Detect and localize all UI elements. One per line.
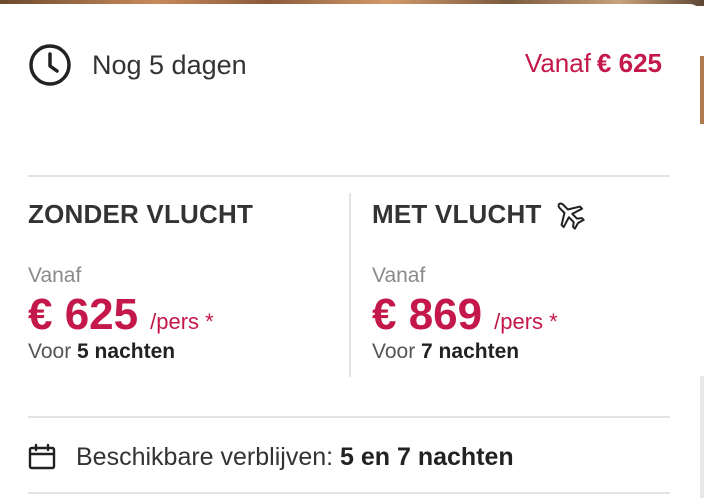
countdown-label: Nog 5 dagen xyxy=(92,49,247,80)
availability-row: Beschikbare verblijven: 5 en 7 nachten xyxy=(28,440,514,474)
nights-prefix: Voor xyxy=(28,340,72,363)
countdown: Nog 5 dagen xyxy=(28,43,247,87)
price: € 869 xyxy=(372,290,483,339)
option-title: MET VLUCHT xyxy=(372,198,542,229)
divider xyxy=(28,416,670,418)
adjacent-card-edge xyxy=(700,56,704,124)
airplane-icon xyxy=(557,202,585,230)
adjacent-card-edge-lower xyxy=(700,376,704,498)
nights-info: Voor 7 nachten xyxy=(372,340,586,364)
clock-icon xyxy=(29,44,71,86)
per-person-label: /pers * xyxy=(494,309,558,334)
availability-label: Beschikbare verblijven: xyxy=(76,442,334,471)
nights-value: 5 nachten xyxy=(77,340,176,363)
per-person-label: /pers * xyxy=(150,309,214,334)
from-label: Vanaf xyxy=(28,264,82,287)
availability-value: 5 en 7 nachten xyxy=(340,442,514,471)
divider xyxy=(28,175,670,177)
availability-text: Beschikbare verblijven: 5 en 7 nachten xyxy=(76,443,514,472)
column-divider xyxy=(349,193,351,377)
option-with-flight[interactable]: MET VLUCHT Vanaf € 869 /pers * Voor 7 na… xyxy=(372,196,586,364)
divider xyxy=(28,492,670,494)
nights-value: 7 nachten xyxy=(421,340,520,363)
header-price: Vanaf € 625 xyxy=(525,48,662,79)
from-label: Vanaf xyxy=(372,264,426,287)
price-row: € 625 /pers * xyxy=(28,290,253,340)
header-price-prefix: Vanaf xyxy=(524,48,591,78)
header-price-amount: € 625 xyxy=(596,48,662,78)
nights-prefix: Voor xyxy=(372,340,416,363)
price-row: € 869 /pers * xyxy=(372,290,586,340)
price: € 625 xyxy=(28,290,139,339)
nights-info: Voor 5 nachten xyxy=(28,340,253,364)
option-title: ZONDER VLUCHT xyxy=(28,198,254,229)
option-title-row: MET VLUCHT xyxy=(372,196,586,232)
option-without-flight[interactable]: ZONDER VLUCHT Vanaf € 625 /pers * Voor 5… xyxy=(28,196,253,364)
calendar-icon xyxy=(28,443,56,470)
